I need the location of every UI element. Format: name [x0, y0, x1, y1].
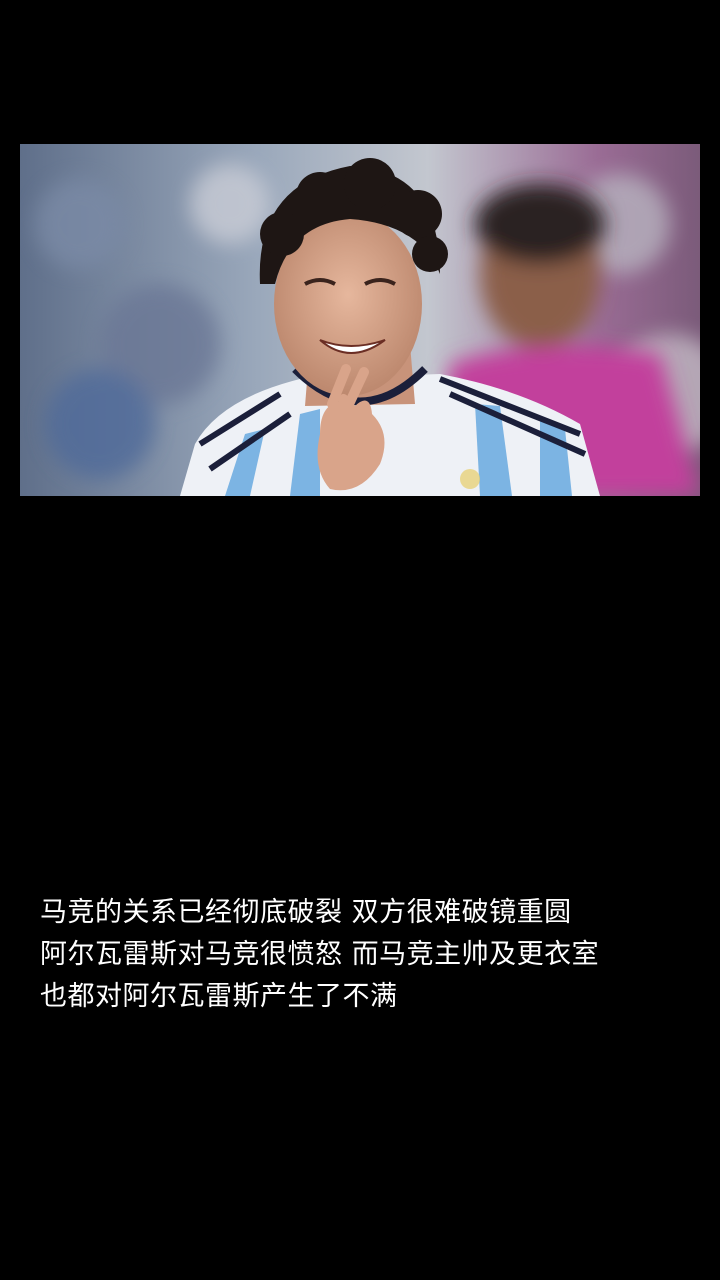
subtitle-caption: 马竞的关系已经彻底破裂 双方很难破镜重圆 阿尔瓦雷斯对马竞很愤怒 而马竞主帅及更… — [40, 892, 690, 1018]
caption-line-1: 马竞的关系已经彻底破裂 双方很难破镜重圆 — [40, 897, 572, 928]
caption-line-3: 也都对阿尔瓦雷斯产生了不满 — [40, 981, 398, 1012]
video-frame: 马竞的关系已经彻底破裂 双方很难破镜重圆 阿尔瓦雷斯对马竞很愤怒 而马竞主帅及更… — [0, 0, 720, 1280]
player-photo — [20, 144, 700, 496]
caption-line-2: 阿尔瓦雷斯对马竞很愤怒 而马竞主帅及更衣室 — [40, 939, 600, 970]
